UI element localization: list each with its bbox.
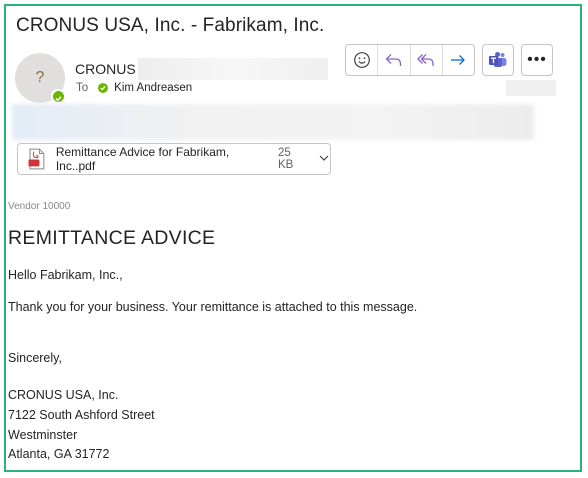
avatar-initial: ? (35, 69, 45, 86)
email-subject: CRONUS USA, Inc. - Fabrikam, Inc. (16, 15, 325, 36)
street-address: 7122 South Ashford Street (8, 408, 155, 422)
teams-button[interactable] (482, 44, 514, 76)
reply-all-button[interactable] (409, 45, 442, 75)
message-actions-toolbar (345, 44, 475, 76)
presence-available-icon (51, 89, 65, 103)
attachment-options-button[interactable] (318, 150, 330, 168)
react-button[interactable] (346, 45, 377, 75)
recipient-name[interactable]: Kim Andreasen (114, 82, 192, 94)
more-icon: ••• (527, 51, 547, 68)
attachment-name: Remittance Advice for Fabrikam, Inc..pdf (55, 145, 230, 173)
closing: Sincerely, (8, 351, 62, 365)
reply-icon (385, 54, 402, 66)
recipient-available-icon (98, 83, 109, 93)
forward-button[interactable] (441, 45, 474, 75)
reply-all-icon (417, 54, 434, 66)
teams-icon (489, 52, 507, 67)
vendor-label: Vendor 10000 (8, 201, 71, 212)
pdf-icon (28, 148, 45, 170)
message-text: Thank you for your business. Your remitt… (8, 300, 418, 314)
company-name: CRONUS USA, Inc. (8, 388, 119, 402)
sender-name[interactable]: CRONUS (75, 61, 136, 77)
redacted-date (506, 80, 556, 96)
city-state-zip: Atlanta, GA 31772 (8, 447, 110, 461)
to-label: To (76, 82, 89, 94)
attachment-size: 25 KB (277, 147, 294, 171)
chevron-down-icon (319, 155, 329, 161)
greeting: Hello Fabrikam, Inc., (8, 268, 123, 282)
more-actions-button[interactable]: ••• (521, 44, 553, 76)
redacted-info-bar (12, 104, 534, 140)
emoji-icon (353, 52, 370, 68)
city-line: Westminster (8, 428, 78, 442)
forward-icon (451, 55, 466, 65)
reply-button[interactable] (377, 45, 409, 75)
document-title: REMITTANCE ADVICE (8, 227, 216, 249)
attachment-card[interactable]: Remittance Advice for Fabrikam, Inc..pdf… (17, 143, 331, 175)
recipient-line: To Kim Andreasen (76, 82, 192, 94)
redacted-sender-address (138, 58, 328, 80)
